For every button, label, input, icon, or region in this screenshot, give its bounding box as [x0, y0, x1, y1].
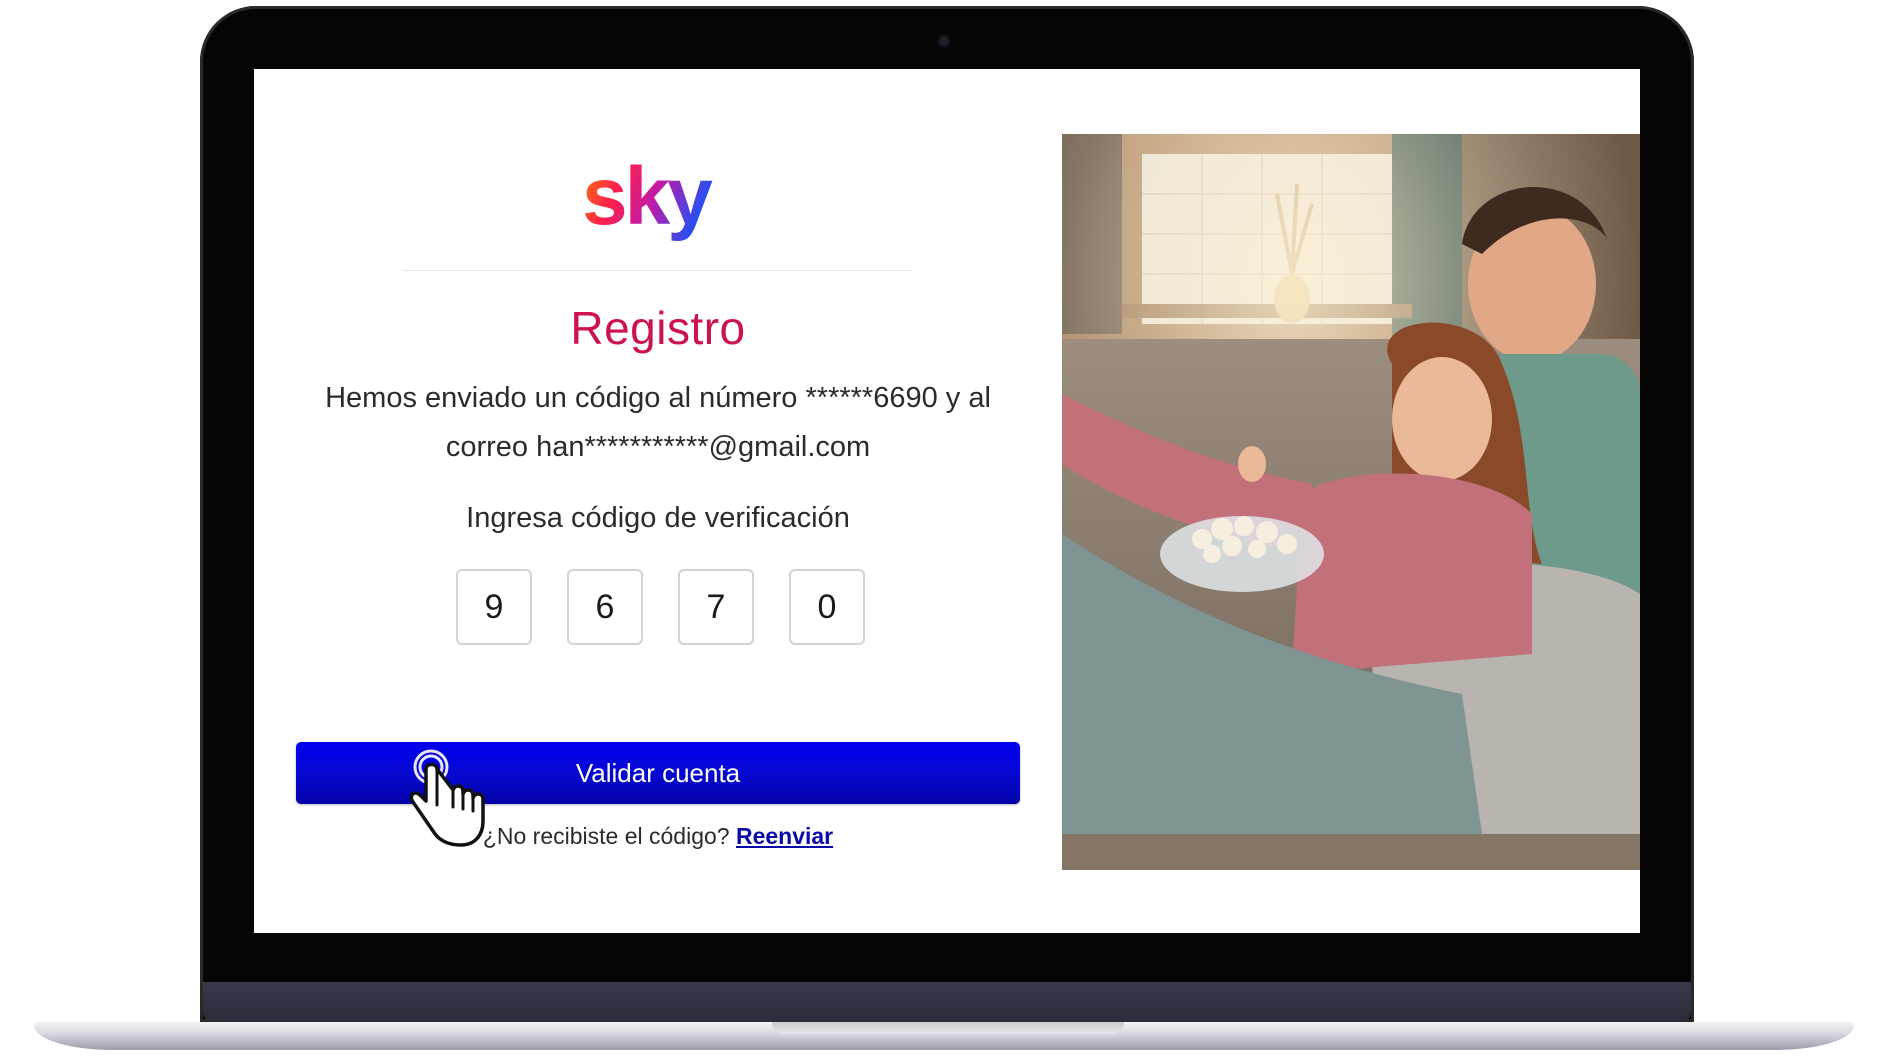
page-title: Registro: [570, 302, 746, 354]
resend-prompt: ¿No recibiste el código?: [482, 823, 730, 849]
laptop-base-notch: [772, 1022, 1124, 1034]
hero-image-couple-on-sofa: [1062, 134, 1640, 870]
resend-row: ¿No recibiste el código? Reenviar: [254, 823, 1062, 850]
svg-text:sky: sky: [582, 151, 713, 242]
code-digit-input-3[interactable]: 7: [678, 569, 754, 645]
logo-divider: [402, 270, 912, 271]
code-digit-input-1[interactable]: 9: [456, 569, 532, 645]
verification-code-inputs: 9 6 7 0: [456, 569, 868, 647]
screen: sky Registro Hemos enviado un código al …: [254, 69, 1640, 933]
code-sent-message-line2: correo han***********@gmail.com: [445, 431, 871, 463]
code-digit-input-2[interactable]: 6: [567, 569, 643, 645]
resend-link[interactable]: Reenviar: [736, 823, 833, 849]
webcam: [939, 36, 949, 46]
code-sent-message: Hemos enviado un código al número ******…: [292, 374, 1024, 472]
sky-logo: sky: [578, 144, 748, 254]
sky-logo-graphic: sky: [582, 151, 716, 242]
hand-pointer-icon: [409, 749, 495, 849]
code-sent-message-line1: Hemos enviado un código al número ******…: [325, 382, 991, 414]
verification-code-label: Ingresa código de verificación: [466, 502, 850, 534]
validate-account-button[interactable]: Validar cuenta: [296, 742, 1020, 804]
laptop-hinge: [203, 982, 1691, 1022]
code-digit-input-4[interactable]: 0: [789, 569, 865, 645]
